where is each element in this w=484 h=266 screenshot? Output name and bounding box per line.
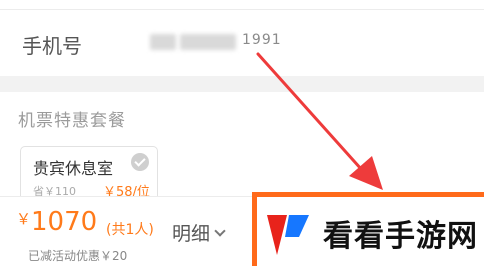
blurred-digits [180, 34, 236, 50]
phone-field-masked[interactable]: 1991 [150, 32, 282, 54]
detail-button[interactable]: 明细 [172, 219, 226, 246]
section-divider [0, 76, 484, 92]
detail-label: 明细 [172, 223, 211, 245]
discount-text: 已减活动优惠￥20 [28, 249, 128, 263]
package-section: 机票特惠套餐 贵宾休息室 省￥110 ￥58/位 [0, 92, 484, 206]
price-amount: 1070 [31, 207, 98, 237]
phone-row[interactable]: 手机号 1991 [0, 10, 484, 76]
phone-label: 手机号 [22, 34, 82, 58]
package-name: 贵宾休息室 [33, 159, 114, 178]
top-strip [0, 0, 484, 10]
watermark: 看看手游网 [252, 192, 484, 266]
watermark-text: 看看手游网 [323, 219, 478, 254]
phone-visible-digits: 1991 [242, 32, 282, 48]
currency-symbol: ￥ [16, 210, 32, 228]
total-price: ￥1070 [16, 207, 97, 237]
watermark-logo-icon [267, 215, 309, 255]
people-count: (共1人) [106, 222, 154, 238]
blurred-digits [150, 34, 176, 50]
check-icon[interactable] [131, 153, 149, 171]
chevron-down-icon [214, 225, 226, 237]
section-title: 机票特惠套餐 [18, 111, 126, 131]
